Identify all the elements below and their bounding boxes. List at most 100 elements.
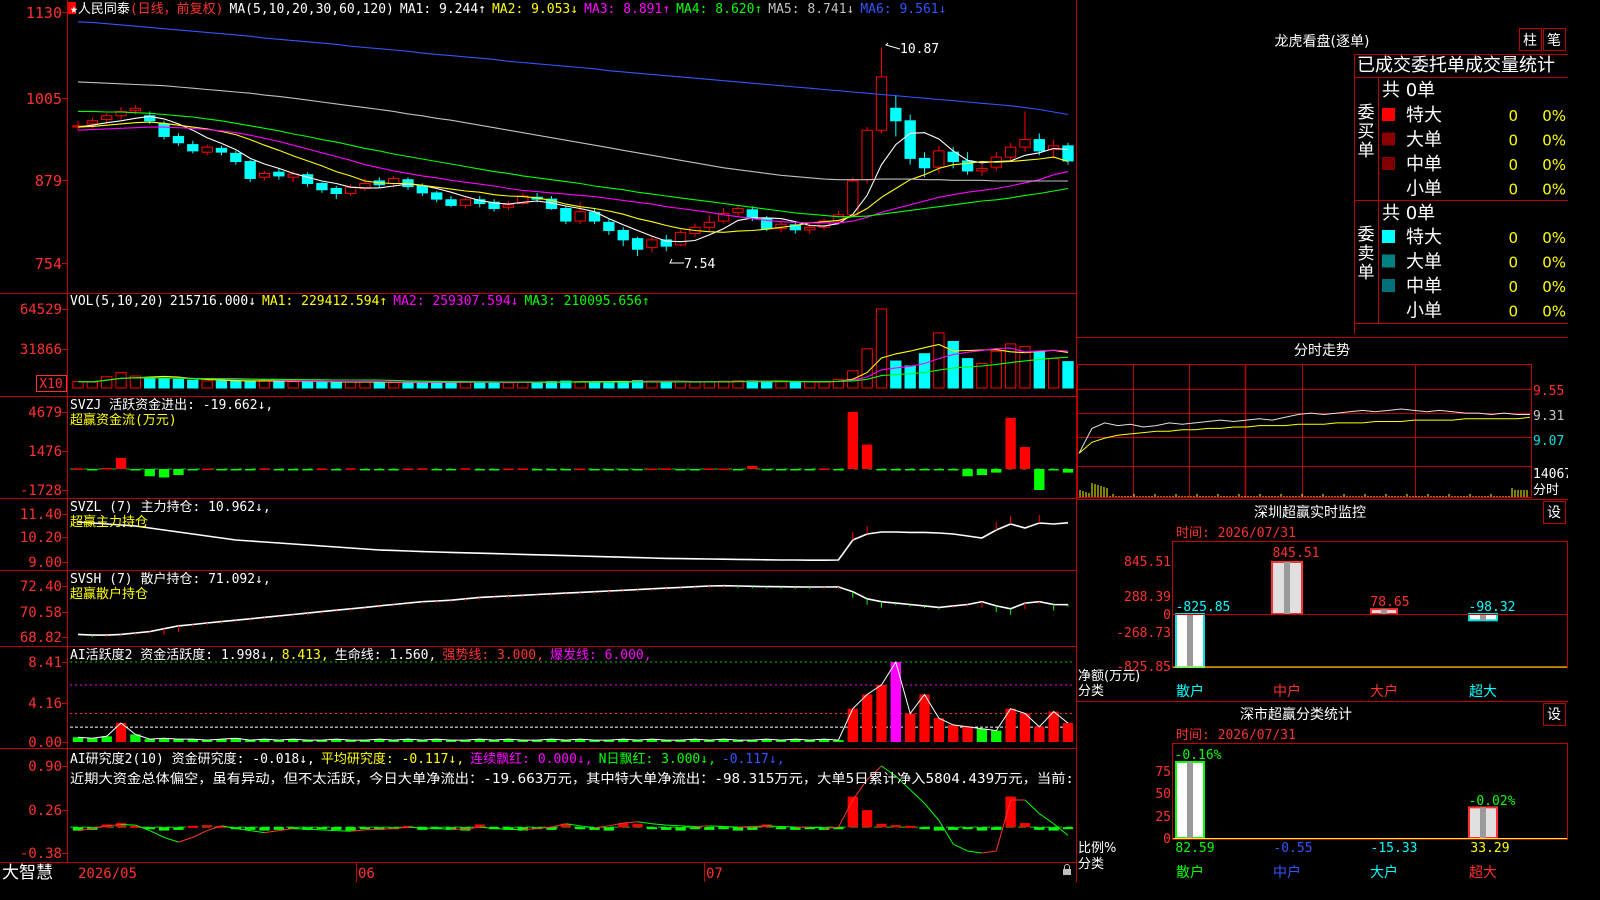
fund-flow-bar <box>747 465 758 469</box>
avg-research-segment <box>752 825 767 827</box>
activity-bar <box>72 737 84 742</box>
header-item: MA5: 8.741↓ <box>768 2 854 17</box>
retail-holding-line <box>77 584 1069 636</box>
stats-tick: 25 <box>1155 810 1171 825</box>
order-color-swatch <box>1382 230 1395 243</box>
vol-header: VOL(5,10,20) 215716.000↓ MA1: 229412.594↑ M… <box>70 294 650 309</box>
kline-layer <box>72 47 1074 257</box>
intraday-avg-line <box>1078 416 1531 454</box>
volume-bar <box>158 378 170 389</box>
candle-down <box>890 107 902 122</box>
price-tick: 1130 <box>26 4 62 22</box>
ma-header-label: MA(5,10,20,30,60,120) <box>230 2 394 17</box>
fund-flow-bar <box>431 468 442 471</box>
fund-flow-bar <box>919 468 930 471</box>
volume-layer <box>72 308 1074 389</box>
monitor-category: 超大 <box>1469 684 1497 700</box>
favorite-star-icon[interactable]: ★ <box>70 2 78 17</box>
lock-icon[interactable] <box>1063 864 1071 875</box>
avg-research-segment <box>436 828 452 830</box>
research-bar <box>747 827 758 830</box>
volume-bar <box>1004 343 1017 389</box>
intraday-tick: 9.55 <box>1533 384 1564 399</box>
fund-flow-bar <box>546 468 557 471</box>
volume-bar <box>904 365 916 389</box>
candle-down <box>273 171 285 177</box>
low-marker-line <box>669 258 684 264</box>
ai-research-header: AI研究度2(10) 资金研究度: -0.018↓, 平均研究度: -0.117↓… <box>70 751 785 767</box>
fund-flow-bar <box>991 468 1002 473</box>
avg-research-segment <box>623 821 638 824</box>
activity-bar <box>861 694 873 742</box>
ai-research-tick: 0.26 <box>28 803 62 819</box>
fund-flow-bar <box>732 468 744 471</box>
candle-down <box>187 144 199 152</box>
volume-bar <box>804 381 816 389</box>
order-pct: 0% <box>1542 278 1566 296</box>
avg-research-segment <box>379 828 394 830</box>
stock-terminal: 1130 1005 879 754 64529 31866 4679 1476 … <box>0 0 1568 882</box>
volume-bar <box>918 353 931 389</box>
stats-bar-shade <box>1187 762 1193 838</box>
research-bar <box>976 827 988 831</box>
research-bar <box>474 824 485 828</box>
fund-flow-bar <box>288 468 299 471</box>
order-size-label: 小单 <box>1406 179 1442 200</box>
sz-stats-title: 深市超赢分类统计 <box>1240 706 1352 723</box>
candle-up <box>86 120 99 125</box>
fund-flow-bar <box>445 468 457 471</box>
sz-stats-settings-button[interactable]: 设 <box>1547 707 1561 723</box>
candle-down <box>1033 139 1045 152</box>
research-bar <box>1034 827 1045 830</box>
volume-bar <box>689 381 701 389</box>
volume-bar <box>72 381 84 389</box>
svzl-tick: 11.40 <box>20 507 62 523</box>
volume-bar <box>990 350 1002 389</box>
candle-up <box>201 146 213 153</box>
activity-bar <box>991 730 1002 742</box>
order-pct: 0% <box>1542 254 1566 272</box>
sz-monitor-settings-button[interactable]: 设 <box>1547 505 1561 521</box>
stats-tick: 0 <box>1163 832 1171 847</box>
fund-flow-bar <box>374 468 385 471</box>
bar-mode-button[interactable]: 柱 <box>1523 33 1537 49</box>
order-count: 0 <box>1508 132 1518 150</box>
fund-flow-bar <box>818 468 830 470</box>
brand-label: 大智慧 <box>2 863 53 882</box>
candle-down <box>431 192 443 200</box>
stats-top-label: -0.02% <box>1469 794 1516 809</box>
price-header: ★人民同泰(日线，前复权) MA(5,10,20,30,60,120) MA1: 9… <box>70 1 946 17</box>
svsh-sub: 超赢散户持仓 <box>70 586 148 602</box>
header-item: 连续飘红: 0.000↓, <box>470 751 592 767</box>
vol-tick: 31866 <box>20 342 62 358</box>
svzj-tick: 1476 <box>28 444 62 460</box>
tick-mode-button[interactable]: 笔 <box>1547 33 1561 49</box>
sz-monitor-ylabel: 净额(万元) <box>1078 669 1140 684</box>
research-bar <box>1019 823 1031 828</box>
fund-flow-bar <box>173 468 184 476</box>
research-bar <box>661 827 672 830</box>
fund-flow-bar <box>345 468 356 470</box>
candle-down <box>445 199 457 206</box>
monitor-category: 中户 <box>1273 683 1301 700</box>
ai-activity-tick: 0.00 <box>28 735 62 751</box>
svzj-tick: -1728 <box>20 483 62 499</box>
candle-down <box>330 187 342 194</box>
order-pct: 0% <box>1542 303 1566 321</box>
retail-holding-layer <box>77 584 1069 638</box>
order-side-char: 卖 <box>1358 244 1375 264</box>
order-size-label: 大单 <box>1406 130 1442 151</box>
header-item: 爆发线: 6.000, <box>550 647 652 663</box>
avg-research-segment <box>723 825 739 828</box>
fund-flow-bar <box>1034 468 1045 490</box>
buy-orders-table: 共 0单 特大 0 0% 大单 0 0% 中单 0 0% 小单 0 0% <box>1382 80 1566 200</box>
candle-up <box>387 177 400 184</box>
intraday-vol-unit: 分时 <box>1533 483 1559 498</box>
intraday-title: 分时走势 <box>1294 343 1350 359</box>
volume-bar <box>287 381 299 389</box>
candle-down <box>603 221 615 231</box>
monitor-value-label: -98.32 <box>1469 600 1516 615</box>
avg-research-segment <box>192 830 208 838</box>
avg-research-segment <box>321 829 337 832</box>
sz-stats-axis: 75 50 25 0 <box>1155 765 1171 847</box>
